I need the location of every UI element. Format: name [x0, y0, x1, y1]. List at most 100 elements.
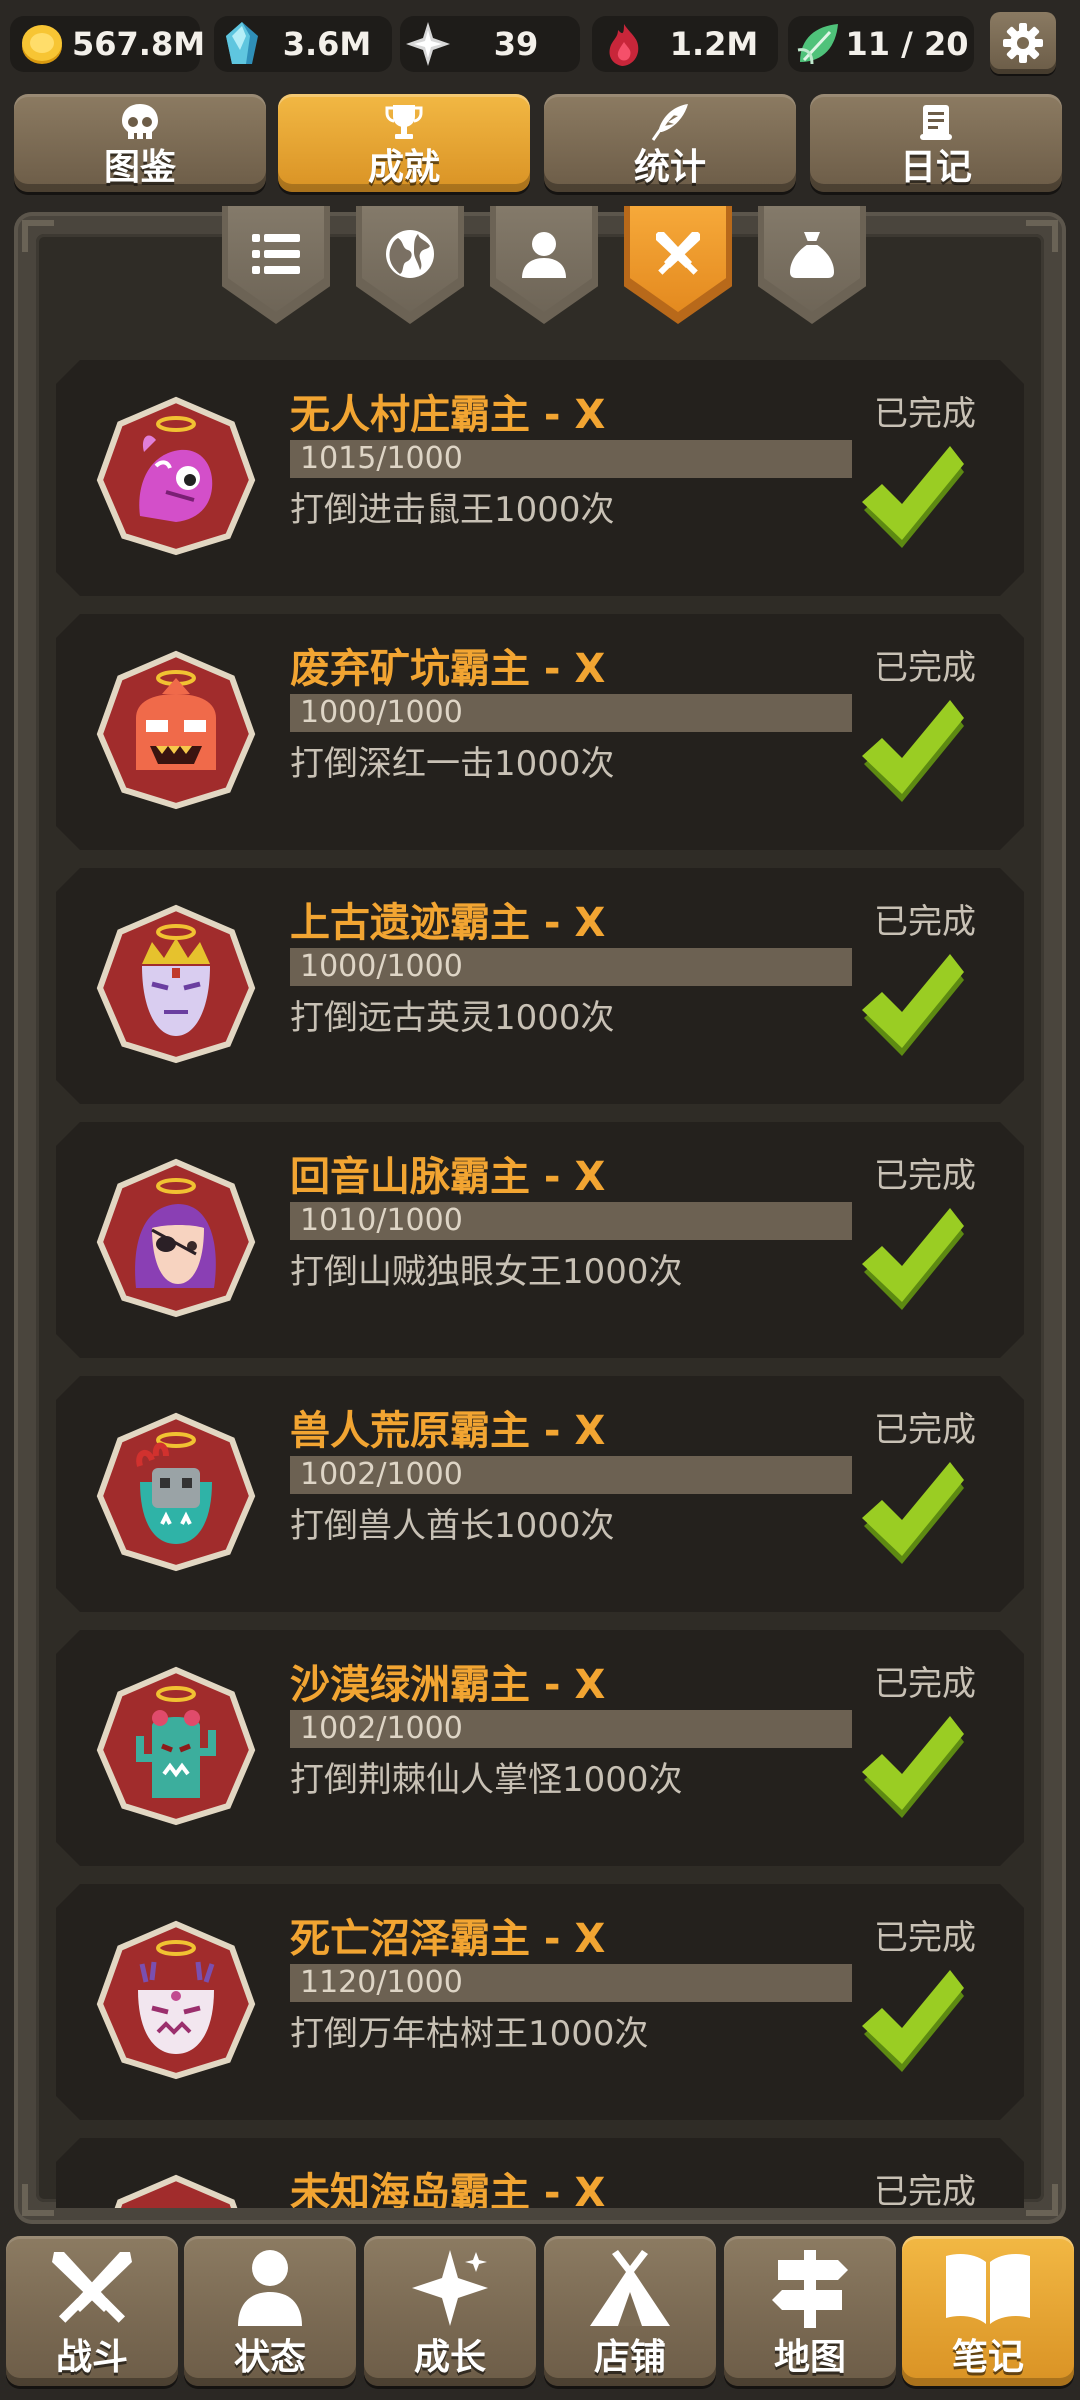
person-icon — [522, 232, 566, 278]
achievement-card[interactable]: 未知海岛霸主 - X 已完成 — [56, 2138, 1024, 2208]
star-counter[interactable]: 39 — [400, 16, 580, 72]
achievement-card[interactable]: 废弃矿坑霸主 - X 1000/1000 打倒深红一击1000次 已完成 — [56, 614, 1024, 850]
status-label: 已完成 — [874, 1156, 976, 1196]
progress-text: 1120/1000 — [300, 1965, 463, 2000]
progress-bar: 1002/1000 — [290, 1456, 852, 1494]
ancient-tree-king-avatar-icon — [96, 1920, 256, 2080]
achievement-title: 沙漠绿洲霸主 - X — [290, 1662, 606, 1708]
leaf-icon — [797, 24, 838, 65]
rat-king-avatar-icon — [96, 396, 256, 556]
subtab-character[interactable] — [490, 206, 598, 324]
achievement-description: 打倒荆棘仙人掌怪1000次 — [290, 1760, 683, 1800]
flame-value: 1.2M — [669, 25, 759, 63]
gold-value: 567.8M — [72, 25, 206, 63]
status-label: 已完成 — [874, 1664, 976, 1704]
crystal-value: 3.6M — [282, 25, 372, 63]
achievement-title: 废弃矿坑霸主 - X — [290, 646, 606, 692]
nav-map[interactable]: 地图 — [724, 2236, 896, 2386]
subtab-loot[interactable] — [758, 206, 866, 324]
progress-text: 1015/1000 — [300, 441, 463, 476]
progress-bar: 1010/1000 — [290, 1202, 852, 1240]
leaf-counter[interactable]: 11 / 20 — [788, 16, 974, 72]
trophy-icon — [385, 105, 423, 139]
progress-bar: 1120/1000 — [290, 1964, 852, 2002]
nav-notes-label: 笔记 — [951, 2337, 1024, 2378]
checkmark-icon — [862, 1462, 964, 1564]
nav-map-label: 地图 — [773, 2337, 846, 2378]
progress-text: 1000/1000 — [300, 949, 463, 984]
tab-diary-label: 日记 — [899, 147, 972, 188]
subtab-battle[interactable] — [624, 206, 732, 324]
progress-text: 1000/1000 — [300, 695, 463, 730]
nav-battle[interactable]: 战斗 — [6, 2236, 178, 2386]
achievement-title: 回音山脉霸主 - X — [290, 1154, 606, 1200]
nav-growth[interactable]: 成长 — [364, 2236, 536, 2386]
crystal-icon — [226, 22, 258, 64]
bandit-queen-avatar-icon — [96, 1158, 256, 1318]
corner-ornament — [22, 220, 54, 252]
checkmark-icon — [862, 954, 964, 1056]
achievement-card[interactable]: 无人村庄霸主 - X 1015/1000 打倒进击鼠王1000次 已完成 — [56, 360, 1024, 596]
gear-icon — [1003, 23, 1043, 63]
flame-counter[interactable]: 1.2M — [592, 16, 778, 72]
status-label: 已完成 — [874, 902, 976, 942]
achievement-description: 打倒山贼独眼女王1000次 — [290, 1252, 683, 1292]
checkmark-icon — [862, 1970, 964, 2072]
orc-chief-avatar-icon — [96, 1412, 256, 1572]
settings-button[interactable] — [990, 12, 1056, 74]
achievement-card[interactable]: 回音山脉霸主 - X 1010/1000 打倒山贼独眼女王1000次 已完成 — [56, 1122, 1024, 1358]
checkmark-icon — [862, 446, 964, 548]
ancient-spirit-avatar-icon — [96, 904, 256, 1064]
tab-diary[interactable]: 日记 — [810, 94, 1062, 192]
corner-ornament — [1026, 2184, 1058, 2216]
cactus-monster-avatar-icon — [96, 1666, 256, 1826]
tab-bestiary-label: 图鉴 — [103, 147, 176, 188]
corner-ornament — [22, 2184, 54, 2216]
checkmark-icon — [862, 1208, 964, 1310]
tab-bestiary[interactable]: 图鉴 — [14, 94, 266, 192]
checkmark-icon — [862, 1716, 964, 1818]
achievement-card[interactable]: 沙漠绿洲霸主 - X 1002/1000 打倒荆棘仙人掌怪1000次 已完成 — [56, 1630, 1024, 1866]
star-icon — [406, 22, 450, 66]
feather-icon — [651, 104, 688, 141]
nav-shop-label: 店铺 — [593, 2337, 666, 2378]
subtab-world[interactable] — [356, 206, 464, 324]
money-bag-icon — [790, 232, 834, 278]
signpost-icon — [772, 2250, 848, 2328]
progress-bar: 1000/1000 — [290, 948, 852, 986]
achievement-card[interactable]: 兽人荒原霸主 - X 1002/1000 打倒兽人酋长1000次 已完成 — [56, 1376, 1024, 1612]
leaf-value: 11 / 20 — [845, 25, 969, 63]
status-label: 已完成 — [874, 648, 976, 688]
progress-bar: 1015/1000 — [290, 440, 852, 478]
achievement-card[interactable]: 上古遗迹霸主 - X 1000/1000 打倒远古英灵1000次 已完成 — [56, 868, 1024, 1104]
swords-icon — [52, 2252, 132, 2323]
nav-shop[interactable]: 店铺 — [544, 2236, 716, 2386]
subtab-list[interactable] — [222, 206, 330, 324]
gold-coin-icon — [22, 25, 62, 64]
achievement-card[interactable]: 死亡沼泽霸主 - X 1120/1000 打倒万年枯树王1000次 已完成 — [56, 1884, 1024, 2120]
corner-ornament — [1026, 220, 1058, 252]
nav-status[interactable]: 状态 — [184, 2236, 356, 2386]
resource-bar: 567.8M 3.6M 39 1.2M 11 / 20 — [0, 0, 1080, 88]
tab-statistics[interactable]: 统计 — [544, 94, 796, 192]
tab-achievements[interactable]: 成就 — [278, 94, 530, 192]
achievement-description: 打倒进击鼠王1000次 — [290, 490, 615, 530]
checkmark-icon — [862, 700, 964, 802]
status-label: 已完成 — [874, 2172, 976, 2208]
skull-icon — [122, 104, 158, 139]
flame-icon — [609, 24, 639, 66]
scroll-icon — [920, 105, 952, 140]
person-icon — [238, 2250, 302, 2326]
achievement-description: 打倒兽人酋长1000次 — [290, 1506, 615, 1546]
nav-battle-label: 战斗 — [55, 2337, 128, 2378]
nav-notes[interactable]: 笔记 — [902, 2236, 1074, 2386]
gold-counter[interactable]: 567.8M — [10, 16, 206, 72]
globe-icon — [386, 230, 434, 278]
crystal-counter[interactable]: 3.6M — [214, 16, 392, 72]
progress-text: 1010/1000 — [300, 1203, 463, 1238]
achievement-list[interactable]: 无人村庄霸主 - X 1015/1000 打倒进击鼠王1000次 已完成 废弃矿… — [56, 360, 1024, 2208]
achievement-title: 未知海岛霸主 - X — [290, 2170, 606, 2208]
tab-achievements-label: 成就 — [367, 147, 440, 188]
status-label: 已完成 — [874, 1410, 976, 1450]
achievement-title: 兽人荒原霸主 - X — [290, 1408, 606, 1454]
